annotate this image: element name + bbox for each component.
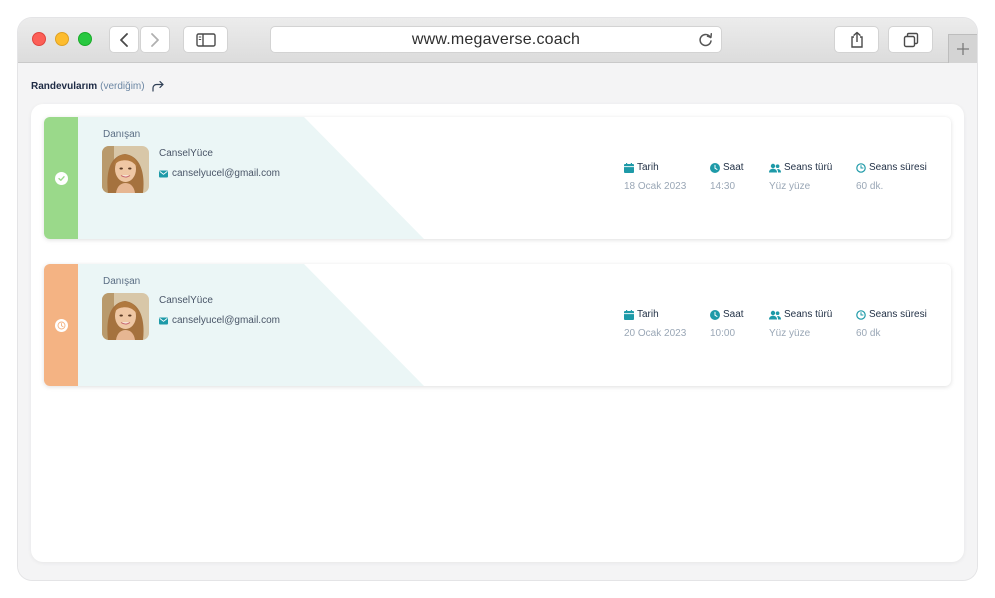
date-info: Tarih 20 Ocak 2023 bbox=[624, 308, 686, 339]
check-icon bbox=[57, 175, 65, 181]
session-type-value: Yüz yüze bbox=[769, 181, 811, 192]
date-value: 18 Ocak 2023 bbox=[624, 181, 687, 192]
appointment-card[interactable]: Danışan CanselYüce canselyucel@gmail.com… bbox=[44, 117, 951, 239]
browser-window: www.megaverse.coach Randevularım (verdiğ… bbox=[18, 18, 977, 580]
reload-icon[interactable] bbox=[697, 31, 715, 49]
session-duration-label: Seans süresi bbox=[869, 309, 927, 320]
session-type-label: Seans türü bbox=[784, 162, 833, 173]
client-name: CanselYüce bbox=[159, 148, 213, 159]
sidebar-icon bbox=[195, 32, 216, 47]
close-window-button[interactable] bbox=[32, 32, 46, 46]
session-type-value: Yüz yüze bbox=[769, 328, 811, 339]
time-info: Saat 14:30 bbox=[710, 161, 744, 192]
page-header: Randevularım (verdiğim) bbox=[31, 80, 165, 92]
chevron-left-icon bbox=[120, 32, 128, 47]
avatar bbox=[102, 293, 149, 340]
session-duration-info: Seans süresi 60 dk. bbox=[856, 161, 927, 192]
clock-icon bbox=[710, 309, 720, 320]
share-button[interactable] bbox=[834, 26, 879, 53]
browser-toolbar: www.megaverse.coach bbox=[18, 18, 977, 63]
client-email-text: canselyucel@gmail.com bbox=[172, 168, 280, 179]
tabs-icon bbox=[903, 32, 918, 47]
page-subtitle: (verdiğim) bbox=[100, 80, 145, 92]
client-email: canselyucel@gmail.com bbox=[159, 168, 280, 179]
time-value: 10:00 bbox=[710, 328, 736, 339]
session-duration-value: 60 dk bbox=[856, 328, 881, 339]
appointments-panel: Danışan CanselYüce canselyucel@gmail.com… bbox=[31, 104, 964, 562]
time-label: Saat bbox=[723, 309, 744, 320]
chevron-right-icon bbox=[151, 32, 159, 47]
date-value: 20 Ocak 2023 bbox=[624, 328, 687, 339]
client-label: Danışan bbox=[103, 129, 141, 140]
page-title: Randevularım bbox=[31, 80, 98, 92]
status-stripe bbox=[44, 264, 78, 386]
status-indicator bbox=[54, 171, 68, 185]
page-content: Randevularım (verdiğim) Danışan CanselYü… bbox=[18, 64, 977, 580]
client-email: canselyucel@gmail.com bbox=[159, 315, 280, 326]
sidebar-toggle-button[interactable] bbox=[183, 26, 228, 53]
timer-icon bbox=[856, 162, 866, 173]
session-type-label: Seans türü bbox=[784, 309, 833, 320]
url-text: www.megaverse.coach bbox=[411, 30, 581, 48]
clock-icon bbox=[57, 321, 65, 329]
session-type-info: Seans türü Yüz yüze bbox=[769, 308, 832, 339]
timer-icon bbox=[856, 309, 866, 320]
status-indicator bbox=[54, 318, 68, 332]
maximize-window-button[interactable] bbox=[78, 32, 92, 46]
avatar bbox=[102, 146, 149, 193]
people-icon bbox=[769, 163, 781, 172]
new-tab-button[interactable] bbox=[948, 34, 977, 63]
date-info: Tarih 18 Ocak 2023 bbox=[624, 161, 686, 192]
clock-icon bbox=[710, 162, 720, 173]
client-email-text: canselyucel@gmail.com bbox=[172, 315, 280, 326]
share-icon bbox=[850, 31, 863, 48]
plus-icon bbox=[957, 43, 969, 55]
address-bar[interactable]: www.megaverse.coach bbox=[270, 26, 722, 53]
appointment-card[interactable]: Danışan CanselYüce canselyucel@gmail.com… bbox=[44, 264, 951, 386]
show-tabs-button[interactable] bbox=[888, 26, 933, 53]
session-duration-value: 60 dk. bbox=[856, 181, 884, 192]
client-label: Danışan bbox=[103, 276, 141, 287]
forward-button[interactable] bbox=[140, 26, 170, 53]
mail-icon bbox=[159, 170, 168, 177]
mail-icon bbox=[159, 317, 168, 324]
session-duration-label: Seans süresi bbox=[869, 162, 927, 173]
date-label: Tarih bbox=[637, 162, 659, 173]
session-duration-info: Seans süresi 60 dk bbox=[856, 308, 927, 339]
session-type-info: Seans türü Yüz yüze bbox=[769, 161, 832, 192]
date-label: Tarih bbox=[637, 309, 659, 320]
calendar-icon bbox=[624, 162, 634, 173]
time-label: Saat bbox=[723, 162, 744, 173]
status-stripe bbox=[44, 117, 78, 239]
calendar-icon bbox=[624, 309, 634, 320]
minimize-window-button[interactable] bbox=[55, 32, 69, 46]
client-name: CanselYüce bbox=[159, 295, 213, 306]
switch-arrow-icon[interactable] bbox=[151, 80, 165, 92]
time-value: 14:30 bbox=[710, 181, 736, 192]
people-icon bbox=[769, 310, 781, 319]
back-button[interactable] bbox=[109, 26, 139, 53]
time-info: Saat 10:00 bbox=[710, 308, 744, 339]
